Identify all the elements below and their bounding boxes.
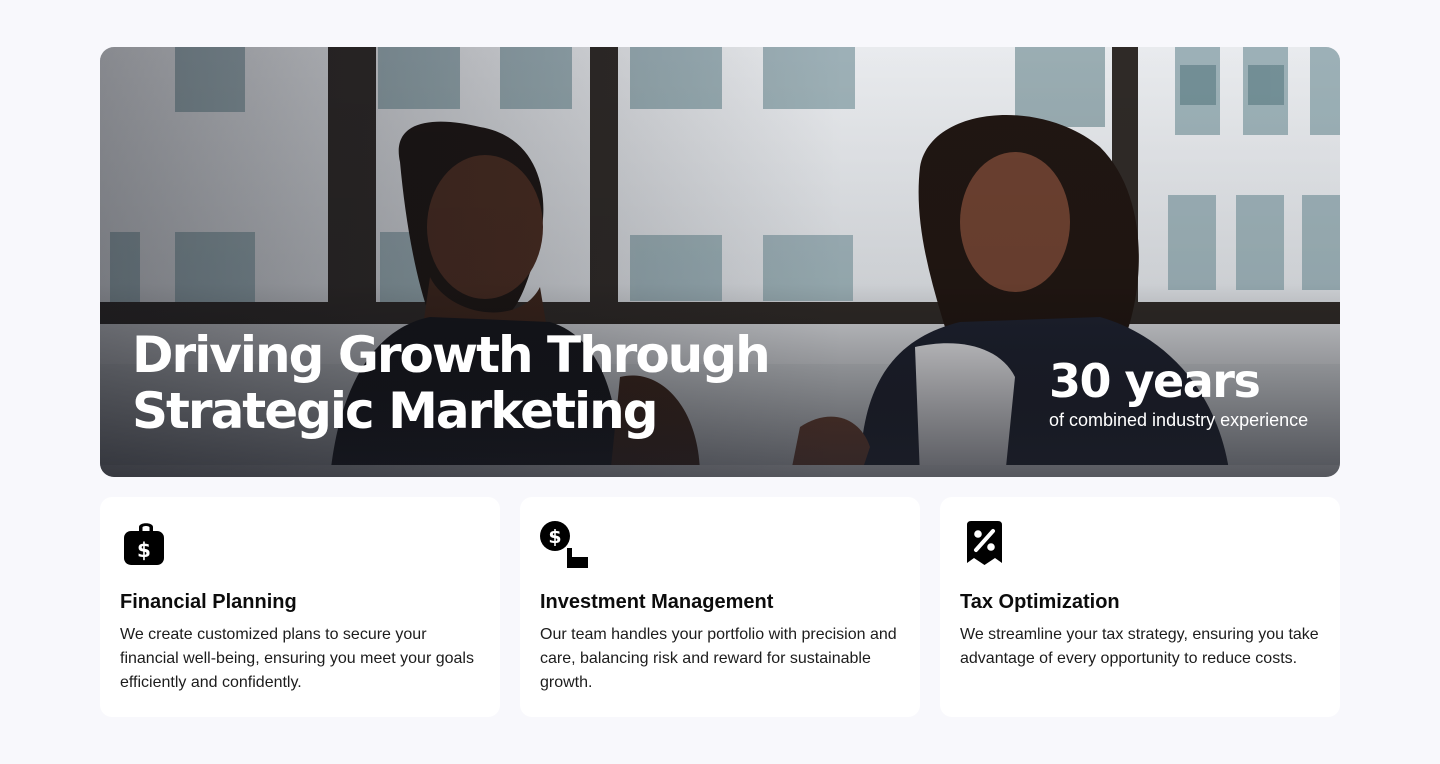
svg-text:$: $ <box>548 526 561 548</box>
hero-title-line-2: Strategic Marketing <box>132 382 659 440</box>
services-list: $ Financial Planning We create customize… <box>100 497 1340 717</box>
hero-title: Driving Growth Through Strategic Marketi… <box>132 327 772 439</box>
tax-receipt-icon <box>967 521 1002 565</box>
svg-text:$: $ <box>137 538 151 562</box>
service-card-financial-planning: $ Financial Planning We create customize… <box>100 497 500 717</box>
hand-coin-icon: $ <box>540 521 588 568</box>
service-title: Tax Optimization <box>960 591 1120 613</box>
hero-title-line-1: Driving Growth Through <box>132 326 771 384</box>
service-card-investment-management: $ Investment Management Our team handles… <box>520 497 920 717</box>
service-description: We create customized plans to secure you… <box>120 626 474 691</box>
experience-stat-label: of combined industry experience <box>1049 410 1309 430</box>
service-description: Our team handles your portfolio with pre… <box>540 626 897 691</box>
page: Driving Growth Through Strategic Marketi… <box>0 0 1440 764</box>
service-title: Financial Planning <box>120 591 297 613</box>
service-title: Investment Management <box>540 591 774 613</box>
service-description: We streamline your tax strategy, ensurin… <box>960 626 1319 667</box>
money-bag-icon: $ <box>124 523 164 565</box>
service-card-tax-optimization: Tax Optimization We streamline your tax … <box>940 497 1340 717</box>
experience-stat-value: 30 years <box>1049 354 1261 408</box>
experience-stat: 30 years of combined industry experience <box>1049 355 1329 432</box>
hero-banner: Driving Growth Through Strategic Marketi… <box>100 47 1340 477</box>
